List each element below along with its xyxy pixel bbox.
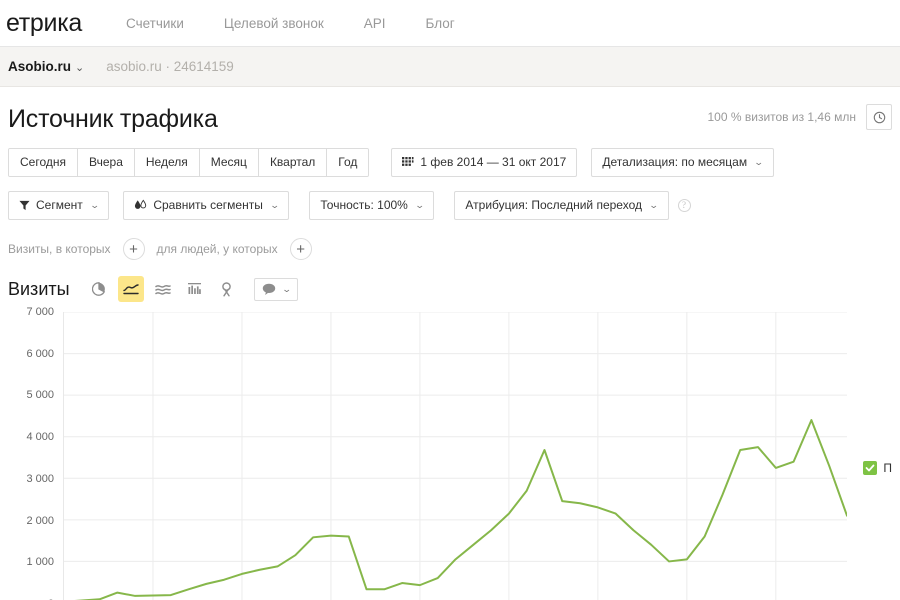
counter-bar: Asobio.ru ⌄ asobio.ru · 24614159	[0, 47, 900, 87]
clock-icon[interactable]	[866, 104, 892, 130]
nav-link-target-call[interactable]: Целевой звонок	[224, 16, 324, 31]
chevron-down-icon: ⌄	[75, 62, 85, 74]
line-chart-svg	[64, 312, 847, 600]
chevron-down-icon: ⌄	[281, 283, 292, 294]
chevron-down-icon: ⌄	[89, 199, 100, 210]
chart-container: 7 0006 0005 0004 0003 0002 0001 0000 Фев…	[8, 306, 892, 600]
chevron-down-icon: ⌄	[648, 199, 659, 210]
attribution-button[interactable]: Атрибуция: Последний переход ⌄	[454, 191, 669, 220]
chart-plot-area[interactable]	[63, 312, 847, 600]
segment-label: Сегмент	[36, 198, 83, 212]
clock-glyph	[873, 111, 885, 123]
period-week[interactable]: Неделя	[134, 149, 200, 176]
pie-chart-icon[interactable]	[86, 276, 112, 302]
detail-level-label: Детализация: по месяцам	[602, 155, 748, 169]
nav-link-counters[interactable]: Счетчики	[126, 16, 184, 31]
nav-link-blog[interactable]: Блог	[426, 16, 455, 31]
legend-checkbox[interactable]	[863, 461, 878, 475]
comment-button[interactable]: ⌄	[253, 277, 299, 301]
map-pin-icon[interactable]	[214, 276, 240, 302]
y-tick-label: 1 000	[26, 556, 54, 569]
chart-legend: П	[863, 461, 892, 475]
map-pin-glyph	[222, 281, 231, 296]
y-tick-label: 3 000	[26, 472, 54, 485]
people-filter-label: для людей, у которых	[156, 242, 278, 256]
y-tick-label: 4 000	[26, 431, 54, 444]
compare-segments-button[interactable]: Сравнить сегменты ⌄	[123, 191, 290, 220]
period-toolbar: Сегодня Вчера Неделя Месяц Квартал Год 1…	[8, 148, 892, 177]
line-chart-icon[interactable]	[117, 276, 144, 302]
page-content: Источник трафика 100 % визитов из 1,46 м…	[0, 87, 900, 600]
check-icon	[865, 464, 875, 472]
period-button-group: Сегодня Вчера Неделя Месяц Квартал Год	[8, 148, 370, 177]
accuracy-label: Точность: 100%	[320, 198, 408, 212]
help-icon[interactable]: ?	[677, 199, 691, 212]
metric-name: Визиты	[8, 278, 70, 299]
pie-chart-glyph	[91, 282, 105, 296]
area-chart-glyph	[154, 284, 171, 295]
add-people-filter-button[interactable]: +	[289, 238, 312, 260]
title-right-group: 100 % визитов из 1,46 млн	[707, 104, 892, 134]
period-today[interactable]: Сегодня	[9, 149, 78, 176]
visits-filter-label: Визиты, в которых	[8, 242, 111, 256]
period-year[interactable]: Год	[327, 149, 369, 176]
period-month[interactable]: Месяц	[199, 149, 259, 176]
compare-drops-icon	[135, 199, 147, 209]
y-tick-label: 2 000	[26, 514, 54, 527]
date-range-label: 1 фев 2014 — 31 окт 2017	[420, 155, 567, 169]
top-navigation-bar: етрика Счетчики Целевой звонок API Блог	[0, 0, 900, 47]
series-line	[64, 420, 847, 600]
attribution-label: Атрибуция: Последний переход	[465, 198, 642, 212]
chevron-down-icon: ⌄	[269, 199, 280, 210]
nav-link-api[interactable]: API	[364, 16, 386, 31]
y-tick-label: 5 000	[26, 389, 54, 402]
area-chart-icon[interactable]	[150, 276, 176, 302]
chevron-down-icon: ⌄	[753, 156, 764, 167]
metrica-logo[interactable]: етрика	[6, 9, 82, 38]
bar-chart-glyph	[188, 283, 202, 294]
metric-row: Визиты ⌄	[8, 276, 892, 302]
detail-level-button[interactable]: Детализация: по месяцам ⌄	[591, 148, 774, 177]
calendar-icon	[402, 157, 414, 166]
title-row: Источник трафика 100 % визитов из 1,46 м…	[8, 87, 892, 134]
y-tick-label: 7 000	[26, 306, 54, 318]
segment-button[interactable]: Сегмент ⌄	[8, 191, 110, 220]
nav-links: Счетчики Целевой звонок API Блог	[126, 16, 495, 31]
counter-selector[interactable]: Asobio.ru ⌄	[8, 59, 84, 74]
segment-toolbar: Сегмент ⌄ Сравнить сегменты ⌄ Точность: …	[8, 191, 892, 220]
chevron-down-icon: ⌄	[414, 199, 425, 210]
date-range-button[interactable]: 1 фев 2014 — 31 окт 2017	[391, 148, 578, 177]
line-chart-glyph	[122, 284, 139, 295]
visits-summary: 100 % визитов из 1,46 млн	[707, 110, 857, 124]
period-yesterday[interactable]: Вчера	[78, 149, 135, 176]
y-axis: 7 0006 0005 0004 0003 0002 0001 0000	[8, 306, 54, 600]
add-visit-filter-button[interactable]: +	[122, 238, 145, 260]
legend-label: П	[883, 461, 892, 475]
y-tick-label: 6 000	[26, 347, 54, 360]
counter-name-label: Asobio.ru	[8, 59, 71, 74]
compare-segments-label: Сравнить сегменты	[153, 198, 263, 212]
page-title: Источник трафика	[8, 105, 218, 133]
funnel-icon	[19, 200, 30, 210]
counter-domain-id: asobio.ru · 24614159	[106, 59, 234, 74]
period-quarter[interactable]: Квартал	[258, 149, 328, 176]
accuracy-button[interactable]: Точность: 100% ⌄	[309, 191, 435, 220]
filter-row: Визиты, в которых + для людей, у которых…	[8, 238, 892, 260]
comment-icon	[262, 283, 275, 295]
bar-chart-icon[interactable]	[182, 276, 208, 302]
